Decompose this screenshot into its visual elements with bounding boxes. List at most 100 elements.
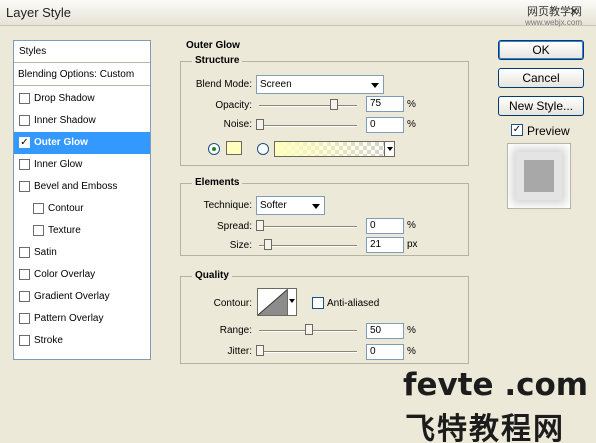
style-item-color-overlay[interactable]: Color Overlay [14, 264, 150, 286]
style-checkbox[interactable] [19, 335, 30, 346]
style-item-inner-glow[interactable]: Inner Glow [14, 154, 150, 176]
style-item-label: Gradient Overlay [34, 291, 110, 302]
noise-slider-track[interactable] [259, 125, 357, 127]
style-item-inner-shadow[interactable]: Inner Shadow [14, 110, 150, 132]
blend-mode-label: Blend Mode: [195, 79, 252, 90]
outer-glow-title: Outer Glow [183, 40, 243, 52]
noise-slider-thumb[interactable] [256, 119, 264, 130]
styles-list: Styles Blending Options: Custom Drop Sha… [13, 40, 151, 360]
style-item-outer-glow[interactable]: ✓ Outer Glow [14, 132, 150, 154]
chevron-down-icon [371, 83, 379, 88]
gradient-radio[interactable] [257, 143, 269, 155]
jitter-input[interactable]: 0 [366, 344, 404, 360]
anti-aliased-checkbox[interactable] [312, 297, 324, 309]
chevron-down-icon [312, 204, 320, 209]
window-title: Layer Style [6, 5, 72, 20]
opacity-slider-track[interactable] [259, 105, 357, 107]
style-item-label: Pattern Overlay [34, 313, 104, 324]
preview-checkbox[interactable]: ✓ [511, 124, 523, 136]
preview-label: Preview [527, 124, 570, 138]
solid-color-radio[interactable] [208, 143, 220, 155]
spread-input[interactable]: 0 [366, 218, 404, 234]
blend-mode-select[interactable]: Screen [256, 75, 384, 94]
size-label: Size: [229, 240, 252, 251]
spread-unit: % [407, 220, 416, 231]
contour-curve-icon [258, 289, 288, 315]
size-slider-thumb[interactable] [264, 239, 273, 250]
blending-options[interactable]: Blending Options: Custom [14, 64, 150, 86]
style-item-contour[interactable]: Contour [14, 198, 150, 220]
style-item-label: Inner Glow [34, 159, 83, 170]
jitter-unit: % [407, 346, 416, 357]
contour-label: Contour: [213, 298, 252, 309]
style-item-label: Bevel and Emboss [34, 181, 118, 192]
style-checkbox[interactable] [19, 115, 30, 126]
jitter-slider-track[interactable] [259, 351, 357, 353]
size-input[interactable]: 21 [366, 237, 404, 253]
size-slider-track[interactable] [259, 245, 357, 247]
style-item-label: Inner Shadow [34, 115, 96, 126]
cancel-button[interactable]: Cancel [498, 68, 584, 88]
size-unit: px [407, 239, 418, 250]
style-checkbox[interactable]: ✓ [19, 137, 30, 148]
style-item-drop-shadow[interactable]: Drop Shadow [14, 88, 150, 110]
blend-mode-value: Screen [260, 79, 292, 90]
style-checkbox[interactable] [19, 269, 30, 280]
style-checkbox[interactable] [19, 181, 30, 192]
style-checkbox[interactable] [19, 159, 30, 170]
opacity-input[interactable]: 75 [366, 96, 404, 112]
style-item-gradient-overlay[interactable]: Gradient Overlay [14, 286, 150, 308]
style-item-texture[interactable]: Texture [14, 220, 150, 242]
technique-select[interactable]: Softer [256, 196, 325, 215]
glow-color-swatch[interactable] [226, 141, 242, 155]
style-item-label: Stroke [34, 335, 63, 346]
style-item-stroke[interactable]: Stroke [14, 330, 150, 352]
style-preview [507, 143, 571, 209]
close-icon[interactable]: × [566, 4, 582, 20]
ok-button[interactable]: OK [498, 40, 584, 60]
opacity-slider-thumb[interactable] [329, 99, 338, 110]
gradient-picker[interactable] [274, 141, 395, 157]
range-unit: % [407, 325, 416, 336]
contour-picker[interactable] [257, 288, 297, 316]
style-checkbox[interactable] [33, 203, 44, 214]
style-item-label: Texture [48, 225, 81, 236]
quality-title: Quality [192, 270, 232, 282]
style-checkbox[interactable] [19, 93, 30, 104]
spread-slider-track[interactable] [259, 226, 357, 228]
opacity-unit: % [407, 99, 416, 110]
range-slider-thumb[interactable] [305, 324, 313, 335]
style-item-satin[interactable]: Satin [14, 242, 150, 264]
spread-label: Spread: [216, 221, 252, 232]
styles-header[interactable]: Styles [14, 41, 150, 63]
noise-input[interactable]: 0 [366, 117, 404, 133]
jitter-label: Jitter: [227, 346, 252, 357]
style-checkbox[interactable] [33, 225, 44, 236]
style-item-pattern-overlay[interactable]: Pattern Overlay [14, 308, 150, 330]
style-item-label: Outer Glow [34, 137, 88, 148]
technique-value: Softer [260, 200, 287, 211]
range-label: Range: [219, 325, 252, 336]
new-style-button[interactable]: New Style... [498, 96, 584, 116]
chevron-down-icon [384, 142, 394, 156]
anti-aliased-label: Anti-aliased [327, 298, 380, 309]
style-checkbox[interactable] [19, 313, 30, 324]
watermark-chinese: 飞特教程网 [405, 412, 565, 443]
title-bar: Layer Style 网页教学网 www.webjx.com × [0, 0, 596, 27]
jitter-slider-thumb[interactable] [256, 345, 264, 356]
structure-title: Structure [192, 55, 243, 67]
spread-slider-thumb[interactable] [256, 220, 264, 231]
noise-label: Noise: [223, 119, 252, 130]
style-item-label: Contour [48, 203, 84, 214]
style-checkbox[interactable] [19, 247, 30, 258]
watermark-fevte: fevte .com [403, 367, 589, 403]
style-item-label: Color Overlay [34, 269, 96, 280]
opacity-label: Opacity: [215, 100, 252, 111]
noise-unit: % [407, 119, 416, 130]
style-item-label: Drop Shadow [34, 93, 95, 104]
style-item-bevel-and-emboss[interactable]: Bevel and Emboss [14, 176, 150, 198]
style-checkbox[interactable] [19, 291, 30, 302]
elements-title: Elements [192, 177, 243, 189]
chevron-down-icon [287, 289, 296, 315]
range-input[interactable]: 50 [366, 323, 404, 339]
